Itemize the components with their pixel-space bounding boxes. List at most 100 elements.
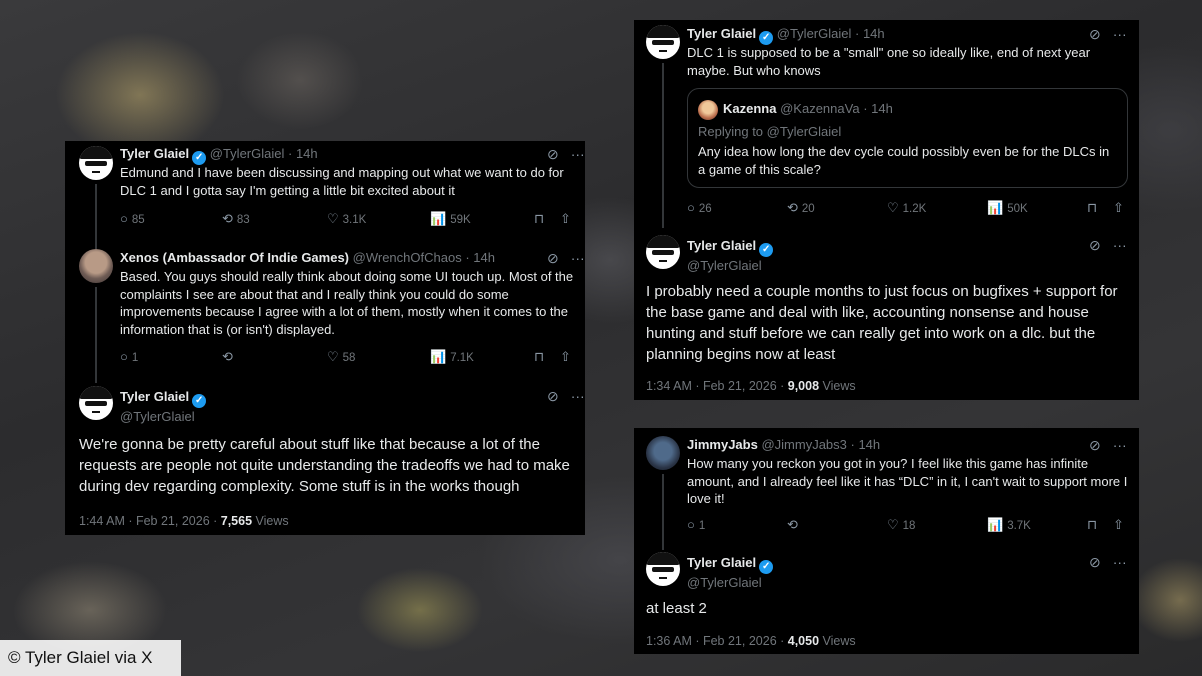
share-button[interactable]: ⇧ [560,211,575,227]
bookmark-button[interactable]: ⊓ [534,349,548,365]
timestamp-text[interactable]: 1:44 AM · Feb 21, 2026 · [79,514,221,528]
views-button[interactable]: 📊 3.7K [987,517,1031,533]
author-name[interactable]: Tyler Glaiel [120,146,189,161]
tweet-time[interactable]: · 14h [855,26,885,41]
tweet-time[interactable]: · 14h [851,437,881,452]
tweet-text: DLC 1 is supposed to be a "small" one so… [687,45,1091,78]
action-bar: ○ 1 ⟲ ♡ 58 📊 7.1K ⊓ ⇧ [120,349,575,367]
tweet-header: Tyler Glaiel ✓ @TylerGlaiel · 14h [120,146,318,165]
author-handle[interactable]: @TylerGlaiel [120,409,195,424]
left-tweet-card: Tyler Glaiel ✓ @TylerGlaiel · 14h ⊘ ··· Ed… [65,141,585,535]
avatar[interactable] [698,100,718,120]
views-label: Views [822,379,856,393]
tweet-time[interactable]: · 14h [863,101,893,116]
like-button[interactable]: ♡ 3.1K [327,211,366,227]
share-button[interactable]: ⇧ [1113,517,1128,533]
author-handle[interactable]: @WrenchOfChaos [353,250,462,265]
bookmark-button[interactable]: ⊓ [1087,200,1101,216]
avatar[interactable] [646,235,680,269]
avatar[interactable] [646,436,680,470]
author-handle[interactable]: @JimmyJabs3 [761,437,846,452]
repost-count: 20 [801,203,815,215]
share-button[interactable]: ⇧ [1113,200,1128,216]
bookmark-icon: ⊓ [1087,200,1098,215]
more-icon[interactable]: ··· [571,388,585,404]
author-handle[interactable]: @TylerGlaiel [687,575,762,590]
author-name[interactable]: Tyler Glaiel [687,555,756,570]
bookmark-button[interactable]: ⊓ [534,211,548,227]
avatar[interactable] [79,249,113,283]
author-name[interactable]: Tyler Glaiel [687,26,756,41]
share-icon: ⇧ [1113,200,1124,215]
more-icon[interactable]: ··· [571,250,585,266]
avatar[interactable] [646,552,680,586]
share-icon: ⇧ [560,211,571,226]
quoted-tweet[interactable]: Kazenna @KazennaVa · 14h Replying to @Ty… [687,88,1128,188]
reply-icon: ○ [687,200,695,215]
author-handle[interactable]: @TylerGlaiel [210,146,285,161]
grok-icon[interactable]: ⊘ [547,388,559,404]
views-icon: 📊 [430,349,447,364]
share-icon: ⇧ [1113,517,1124,532]
author-name[interactable]: Xenos (Ambassador Of Indie Games) [120,250,349,265]
grok-icon[interactable]: ⊘ [1089,437,1101,453]
reply-button[interactable]: ○ 1 [687,517,705,532]
repost-icon: ⟲ [222,211,233,226]
repost-button[interactable]: ⟲ 83 [222,211,250,227]
views-button[interactable]: 📊 59K [430,211,471,227]
author-handle[interactable]: @TylerGlaiel [777,26,852,41]
tweet-header: Tyler Glaiel ✓ @TylerGlaiel [687,237,774,274]
avatar[interactable] [79,386,113,420]
views-count: 4,050 [787,634,820,648]
bookmark-icon: ⊓ [534,349,545,364]
more-icon[interactable]: ··· [1113,26,1127,42]
repost-count: 83 [236,214,250,226]
replying-to[interactable]: Replying to @TylerGlaiel [698,124,841,139]
reply-button[interactable]: ○ 26 [687,200,712,215]
more-icon[interactable]: ··· [1113,554,1127,570]
repost-button[interactable]: ⟲ 20 [787,200,815,216]
share-icon: ⇧ [560,349,571,364]
bookmark-button[interactable]: ⊓ [1087,517,1101,533]
like-button[interactable]: ♡ 1.2K [887,200,926,216]
grok-icon[interactable]: ⊘ [1089,26,1101,42]
author-name[interactable]: JimmyJabs [687,437,758,452]
author-handle[interactable]: @TylerGlaiel [687,258,762,273]
grok-icon[interactable]: ⊘ [547,250,559,266]
author-handle[interactable]: @KazennaVa [780,101,859,116]
grok-icon[interactable]: ⊘ [1089,554,1101,570]
reply-button[interactable]: ○ 85 [120,211,145,226]
grok-icon[interactable]: ⊘ [547,146,559,162]
repost-button[interactable]: ⟲ [222,349,237,365]
author-name[interactable]: Tyler Glaiel [687,238,756,253]
views-icon: 📊 [430,211,447,226]
tweet-timestamp: 1:36 AM · Feb 21, 2026 · 4,050 Views [646,634,856,648]
timestamp-text[interactable]: 1:34 AM · Feb 21, 2026 · [646,379,788,393]
repost-button[interactable]: ⟲ [787,517,802,533]
like-count: 1.2K [902,203,927,215]
reply-button[interactable]: ○ 1 [120,349,138,364]
right-top-tweet-card: Tyler Glaiel ✓ @TylerGlaiel · 14h ⊘ ··· DL… [634,20,1139,400]
tweet-time[interactable]: · 14h [465,250,495,265]
reply-count: 26 [698,203,712,215]
more-icon[interactable]: ··· [1113,437,1127,453]
views-button[interactable]: 📊 7.1K [430,349,474,365]
bookmark-icon: ⊓ [1087,517,1098,532]
more-icon[interactable]: ··· [571,146,585,162]
more-icon[interactable]: ··· [1113,237,1127,253]
views-label: Views [822,634,856,648]
tweet-text: Based. You guys should really think abou… [120,269,574,337]
share-button[interactable]: ⇧ [560,349,575,365]
author-name[interactable]: Kazenna [723,101,776,116]
author-name[interactable]: Tyler Glaiel [120,389,189,404]
avatar[interactable] [646,25,680,59]
tweet-time[interactable]: · 14h [288,146,318,161]
like-button[interactable]: ♡ 18 [887,517,915,533]
like-button[interactable]: ♡ 58 [327,349,355,365]
avatar[interactable] [79,146,113,180]
action-bar: ○ 85 ⟲ 83 ♡ 3.1K 📊 59K ⊓ ⇧ [120,211,575,229]
views-button[interactable]: 📊 50K [987,200,1028,216]
grok-icon[interactable]: ⊘ [1089,237,1101,253]
views-count: 59K [450,214,471,226]
timestamp-text[interactable]: 1:36 AM · Feb 21, 2026 · [646,634,788,648]
